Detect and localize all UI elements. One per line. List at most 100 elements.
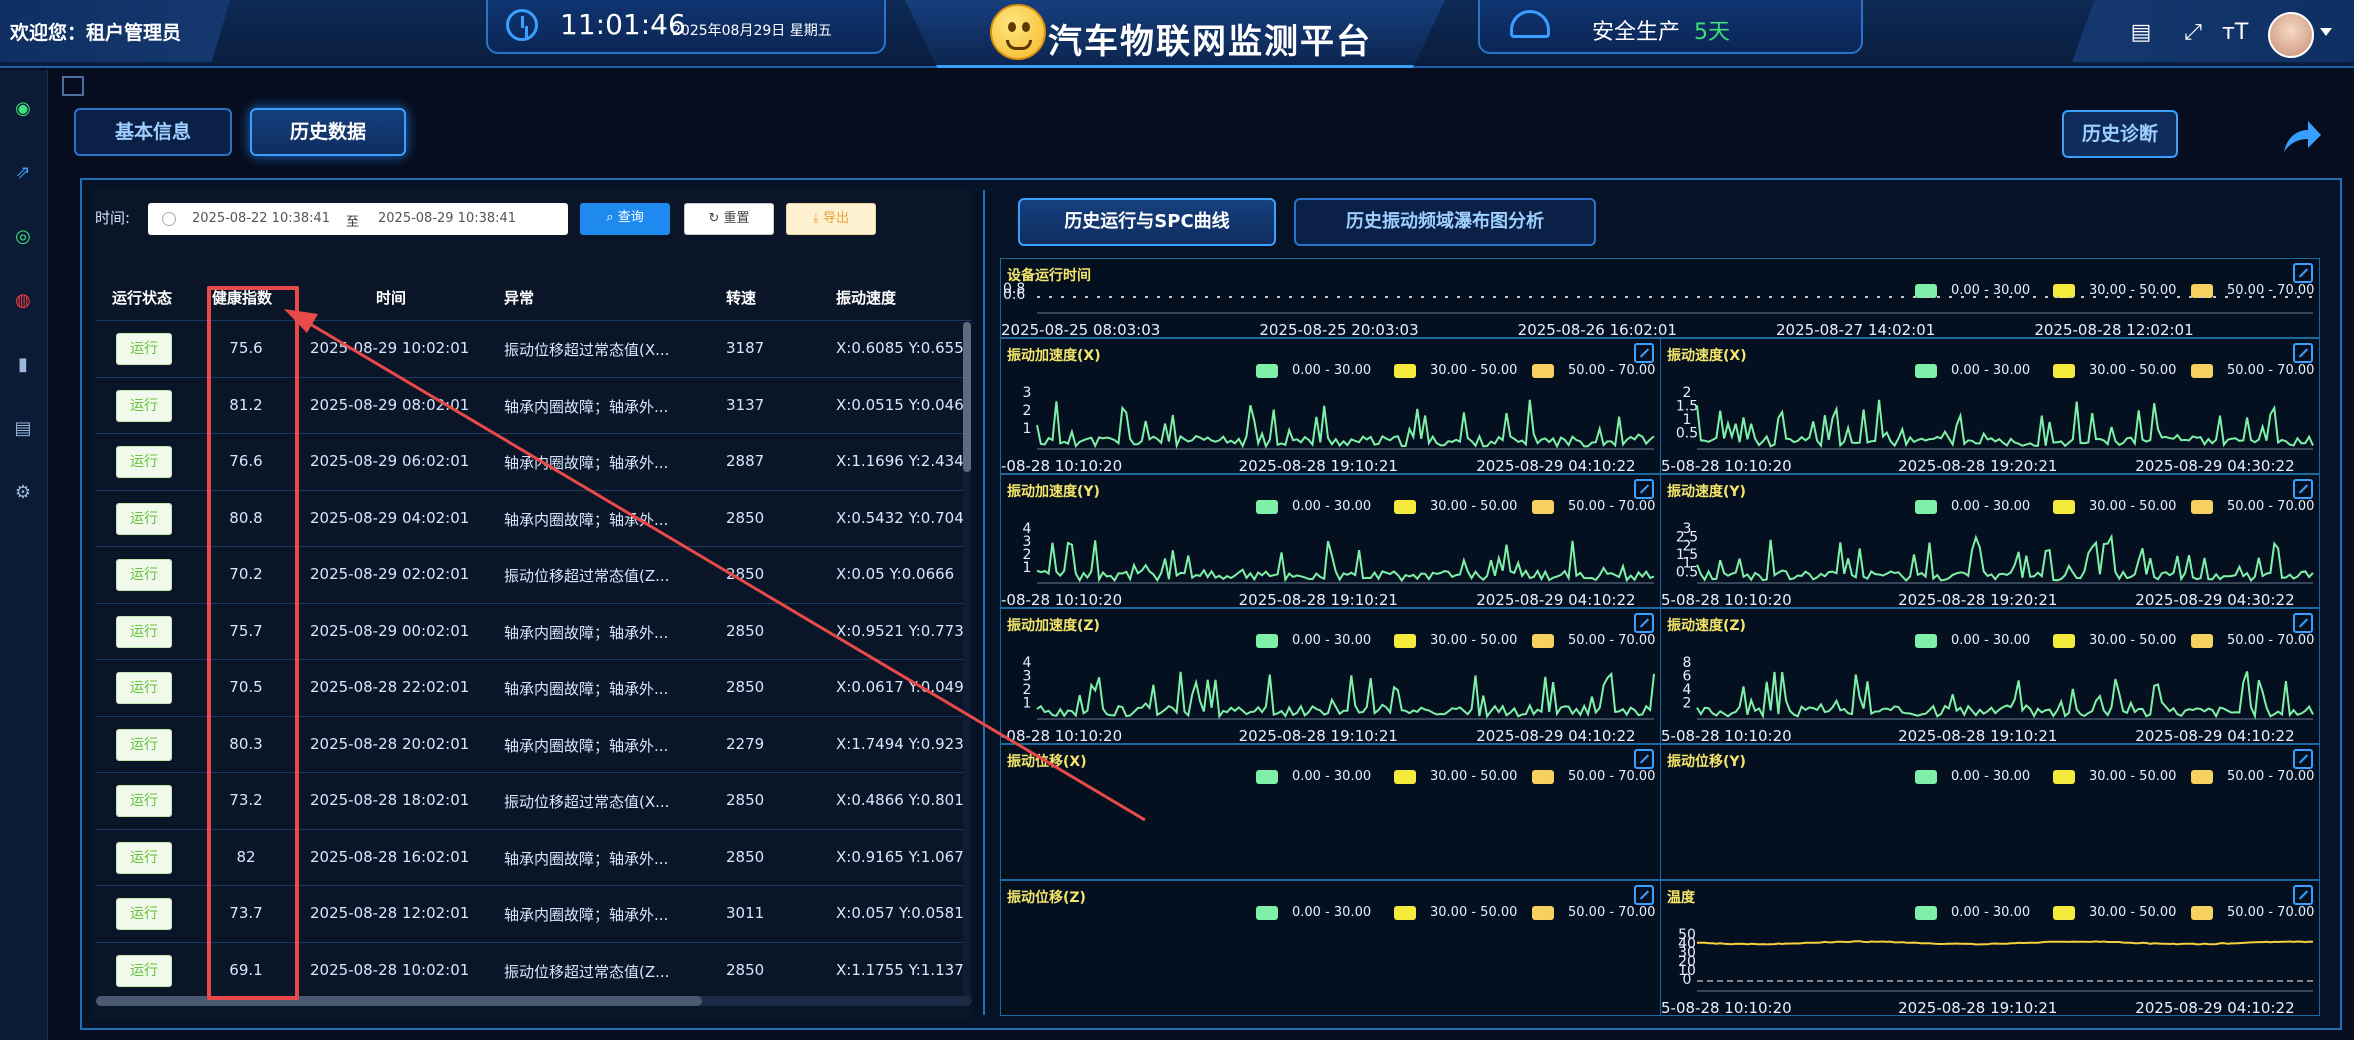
- table-vertical-scrollbar[interactable]: [963, 322, 971, 1000]
- cell-vib: X:0.057 Y:0.0581: [836, 904, 964, 922]
- cell-time: 2025-08-28 22:02:01: [310, 678, 470, 696]
- series-line[interactable]: [1036, 671, 1655, 720]
- x-tick-label: 5-08-28 10:10:20: [1661, 457, 1792, 475]
- cell-vib: X:0.9521 Y:0.773: [836, 621, 964, 640]
- cell-vib: X:1.7494 Y:0.923: [836, 734, 964, 753]
- report-icon[interactable]: ▤: [12, 418, 34, 440]
- series-line[interactable]: [1697, 940, 2314, 946]
- x-tick-label: 2025-08-25 20:03:03: [1259, 321, 1418, 339]
- helmet-icon: [1510, 10, 1550, 38]
- y-tick-label: 3: [1023, 385, 1032, 401]
- cell-time: 2025-08-28 10:02:01: [310, 960, 470, 979]
- x-tick-label: -08-28 10:10:20: [1001, 457, 1122, 475]
- end-date[interactable]: 2025-08-29 10:38:41: [378, 211, 516, 226]
- series-line[interactable]: [1036, 399, 1655, 450]
- cell-vib: X:1.1696 Y:2.434: [836, 452, 964, 470]
- y-tick-label: 2: [1683, 696, 1692, 712]
- cell-abnormal: 轴承内圈故障；轴承外...: [504, 454, 669, 472]
- chart-cell: 振动速度(Y) 0.00 - 30.00 30.00 - 50.00 50.00 - …: [1660, 474, 2320, 609]
- x-tick-label: -08-28 10:10:20: [1001, 727, 1122, 745]
- welcome-text: 欢迎您：租户管理员: [0, 0, 230, 62]
- share-arrow-icon[interactable]: [2282, 118, 2322, 156]
- series-line[interactable]: [1696, 399, 2314, 449]
- chart-plot: 21.510.55-08-28 10:10:20 2025-08-28 19:20…: [1661, 385, 2314, 475]
- y-tick-label: 0: [1683, 972, 1692, 988]
- settings-icon[interactable]: ⚙: [12, 482, 34, 504]
- chart-cell: 振动加速度(Z) 0.00 - 30.00 30.00 - 50.00 50.00 -…: [1000, 608, 1661, 745]
- highlight-box: [207, 286, 299, 1000]
- clock-time: 11:01:46: [560, 8, 686, 41]
- y-tick-label: 0.5: [1676, 426, 1698, 442]
- col-status[interactable]: 运行状态: [112, 287, 172, 308]
- fullscreen-icon[interactable]: ⤢: [2180, 22, 2206, 44]
- status-badge: 运行: [116, 559, 172, 591]
- reset-button[interactable]: ↻ 重置: [684, 203, 774, 235]
- status-badge: 运行: [116, 954, 172, 987]
- cell-time: 2025-08-28 16:02:01: [310, 847, 470, 866]
- clock-date: 2025年08月29日 星期五: [672, 23, 832, 39]
- col-time[interactable]: 时间: [376, 287, 406, 308]
- trend-icon[interactable]: ⇗: [12, 162, 34, 184]
- col-vibration[interactable]: 振动速度: [836, 287, 896, 308]
- x-tick-label: 2025-08-29 04:10:22: [2135, 999, 2294, 1017]
- x-tick-label: 2025-08-28 12:02:01: [2034, 321, 2193, 339]
- toolbox-icon[interactable]: ▤: [2128, 22, 2154, 44]
- col-speed[interactable]: 转速: [726, 287, 756, 308]
- cell-vib: X:0.4866 Y:0.801: [836, 791, 964, 809]
- chart-icon[interactable]: ▮: [12, 354, 34, 376]
- cell-vib: X:0.9165 Y:1.067: [836, 847, 964, 866]
- x-tick-label: 2025-08-28 19:10:21: [1239, 591, 1398, 609]
- status-badge: 运行: [116, 785, 172, 817]
- series-line[interactable]: [1696, 533, 2314, 583]
- query-button[interactable]: ⌕ 查询: [580, 203, 670, 235]
- chevron-down-icon[interactable]: [2320, 28, 2332, 36]
- avatar[interactable]: [2268, 12, 2314, 58]
- series-line[interactable]: [1036, 540, 1655, 583]
- cell-time: 2025-08-28 12:02:01: [310, 904, 470, 922]
- chart-cell: 温度 0.00 - 30.00 30.00 - 50.00 50.00 - 70.00…: [1660, 880, 2320, 1017]
- cell-speed: 3137: [726, 395, 765, 414]
- scroll-thumb[interactable]: [963, 322, 971, 472]
- font-size-icon[interactable]: ᴛT: [2222, 22, 2248, 44]
- x-tick-label: 2025-08-29 04:30:22: [2135, 457, 2294, 475]
- x-tick-label: 5-08-28 10:10:20: [1661, 591, 1792, 609]
- start-date[interactable]: 2025-08-22 10:38:41: [192, 211, 330, 226]
- cell-time: 2025-08-29 00:02:01: [310, 621, 470, 640]
- cell-speed: 2850: [726, 508, 765, 527]
- export-button[interactable]: ⤓ 导出: [786, 203, 876, 235]
- status-badge: 运行: [116, 728, 172, 761]
- chart-cell: 设备运行时间 0.00 - 30.00 30.00 - 50.00 50.00 - 7…: [1000, 258, 2320, 339]
- date-range-picker[interactable]: 2025-08-22 10:38:41 至 2025-08-29 10:38:4…: [148, 203, 568, 235]
- export-label: 导出: [822, 211, 849, 226]
- history-diagnosis-button[interactable]: 历史诊断: [2062, 110, 2178, 158]
- logo-eye: [1022, 22, 1030, 32]
- cell-time: 2025-08-29 10:02:01: [310, 339, 470, 357]
- y-tick-label: 1: [1023, 421, 1032, 437]
- cell-speed: 2887: [726, 452, 765, 470]
- cell-vib: X:0.5432 Y:0.704: [836, 508, 964, 527]
- cell-speed: 2850: [726, 960, 765, 979]
- chart-plot: 3 2 1 -08-28 10:10:20 2025-08-28 19:10:21 202…: [1001, 385, 1655, 475]
- dashboard-icon[interactable]: ◉: [12, 98, 34, 120]
- menu-toggle-icon[interactable]: [62, 76, 84, 96]
- y-tick-label: 1: [1023, 696, 1032, 712]
- tab-history-data[interactable]: 历史数据: [250, 108, 406, 156]
- clock-icon: [506, 9, 538, 41]
- tab-basic-info[interactable]: 基本信息: [74, 108, 232, 156]
- scroll-thumb[interactable]: [96, 996, 702, 1006]
- chart-plot: 4321-08-28 10:10:20 2025-08-28 19:10:21 20…: [1001, 521, 1655, 609]
- alarm-icon[interactable]: ◍: [12, 290, 34, 312]
- device-icon[interactable]: ◎: [12, 226, 34, 248]
- y-tick-label: 1: [1023, 560, 1032, 576]
- x-tick-label: 2025-08-28 19:10:21: [1898, 727, 2057, 745]
- chart-cell: 振动速度(Z) 0.00 - 30.00 30.00 - 50.00 50.00 - …: [1660, 608, 2320, 745]
- tab-spc-curves[interactable]: 历史运行与SPC曲线: [1018, 198, 1276, 246]
- series-line[interactable]: [1696, 671, 2314, 720]
- cell-vib: X:1.1755 Y:1.137: [836, 960, 964, 979]
- cell-abnormal: 轴承内圈故障；轴承外...: [504, 736, 669, 755]
- chart-plot: [1661, 745, 2321, 881]
- tab-waterfall-analysis[interactable]: 历史振动频域瀑布图分析: [1294, 198, 1596, 246]
- x-tick-label: 2025-08-29 04:10:22: [1476, 457, 1635, 475]
- cell-speed: 3187: [726, 339, 765, 357]
- col-abnormal[interactable]: 异常: [504, 287, 534, 308]
